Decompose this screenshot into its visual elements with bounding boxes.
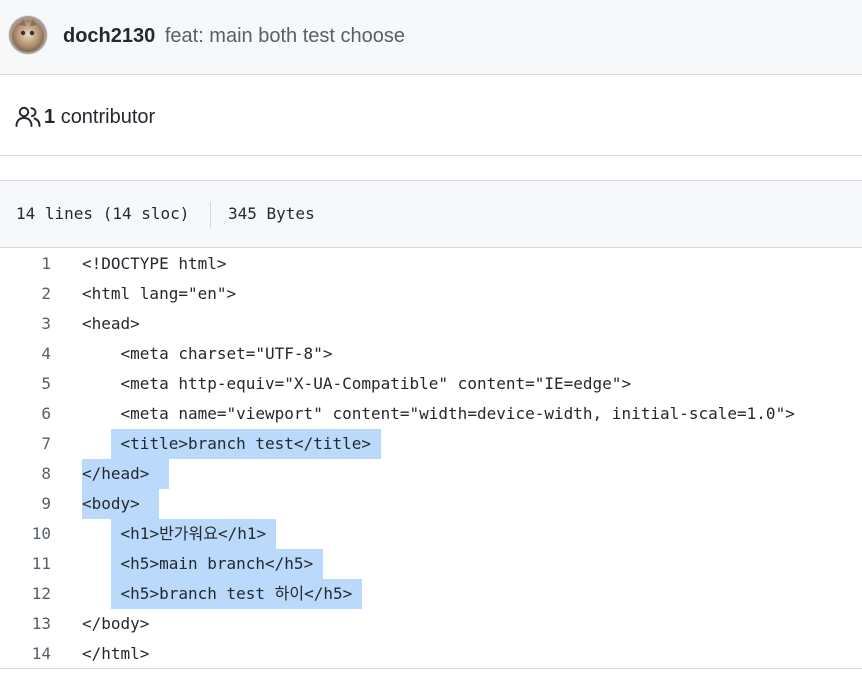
line-content: <meta http-equiv="X-UA-Compatible" conte…	[82, 374, 632, 393]
line-content: <head>	[82, 314, 140, 333]
line-number[interactable]: 6	[0, 399, 51, 429]
code-line: 7 <title>branch test</title>	[0, 429, 862, 459]
line-number[interactable]: 14	[0, 639, 51, 669]
code-line: 2 <html lang="en">	[0, 279, 862, 309]
file-info-divider	[210, 202, 211, 228]
line-number[interactable]: 12	[0, 579, 51, 609]
contributor-label: contributor	[60, 106, 156, 128]
code-view: 1 <!DOCTYPE html> 2 <html lang="en"> 3 <head>…	[0, 249, 862, 669]
code-line: 11 <h5>main branch</h5>	[0, 549, 862, 579]
selected-text: <h1>반가워요</h1>	[110, 519, 276, 549]
code-line: 4 <meta charset="UTF-8">	[0, 339, 862, 369]
selected-text: <h5>branch test 하이</h5>	[110, 579, 362, 609]
line-content: <h5>branch test 하이</h5>	[82, 579, 362, 609]
line-number[interactable]: 11	[0, 549, 51, 579]
line-content: </body>	[82, 614, 150, 633]
line-content: <h1>반가워요</h1>	[82, 519, 276, 549]
selected-text: </head>	[82, 459, 169, 489]
code-line: 8 </head>	[0, 459, 862, 489]
contributors-bar: 1 contributor	[0, 76, 862, 156]
people-icon	[15, 106, 41, 127]
line-content: </head>	[82, 459, 169, 489]
latest-commit-bar: doch2130 feat: main both test choose	[0, 0, 862, 75]
code-line: 6 <meta name="viewport" content="width=d…	[0, 399, 862, 429]
line-content: <meta charset="UTF-8">	[82, 344, 333, 363]
code-bottom-border	[0, 668, 862, 669]
line-content: <html lang="en">	[82, 284, 237, 303]
file-info-header: 14 lines (14 sloc) 345 Bytes	[0, 180, 862, 248]
line-content: <!DOCTYPE html>	[82, 254, 227, 273]
line-content: </html>	[82, 644, 150, 663]
code-line: 5 <meta http-equiv="X-UA-Compatible" con…	[0, 369, 862, 399]
code-line: 3 <head>	[0, 309, 862, 339]
line-content: <meta name="viewport" content="width=dev…	[82, 404, 795, 423]
commit-author-link[interactable]: doch2130	[63, 25, 155, 47]
line-content: <body>	[82, 489, 160, 519]
author-avatar[interactable]	[9, 16, 47, 54]
code-line: 14 </html>	[0, 639, 862, 669]
line-number[interactable]: 3	[0, 309, 51, 339]
contributors-link[interactable]: 1 contributor	[44, 105, 155, 129]
line-number[interactable]: 5	[0, 369, 51, 399]
commit-message-link[interactable]: feat: main both test choose	[165, 25, 405, 47]
code-line: 13 </body>	[0, 609, 862, 639]
selected-text: <body>	[82, 489, 160, 519]
selected-text: <title>branch test</title>	[110, 429, 381, 459]
line-number[interactable]: 2	[0, 279, 51, 309]
line-number[interactable]: 4	[0, 339, 51, 369]
code-line: 10 <h1>반가워요</h1>	[0, 519, 862, 549]
file-size: 345 Bytes	[228, 204, 315, 223]
line-number[interactable]: 9	[0, 489, 51, 519]
line-content: <title>branch test</title>	[82, 429, 381, 459]
line-number[interactable]: 7	[0, 429, 51, 459]
code-line: 9 <body>	[0, 489, 862, 519]
line-number[interactable]: 1	[0, 249, 51, 279]
line-content: <h5>main branch</h5>	[82, 549, 323, 579]
contributor-count: 1	[44, 106, 56, 128]
avatar-image	[9, 16, 47, 54]
line-number[interactable]: 8	[0, 459, 51, 489]
code-line: 12 <h5>branch test 하이</h5>	[0, 579, 862, 609]
selected-text: <h5>main branch</h5>	[110, 549, 323, 579]
code-line: 1 <!DOCTYPE html>	[0, 249, 862, 279]
line-number[interactable]: 10	[0, 519, 51, 549]
line-number[interactable]: 13	[0, 609, 51, 639]
file-line-count: 14 lines (14 sloc)	[16, 204, 190, 223]
